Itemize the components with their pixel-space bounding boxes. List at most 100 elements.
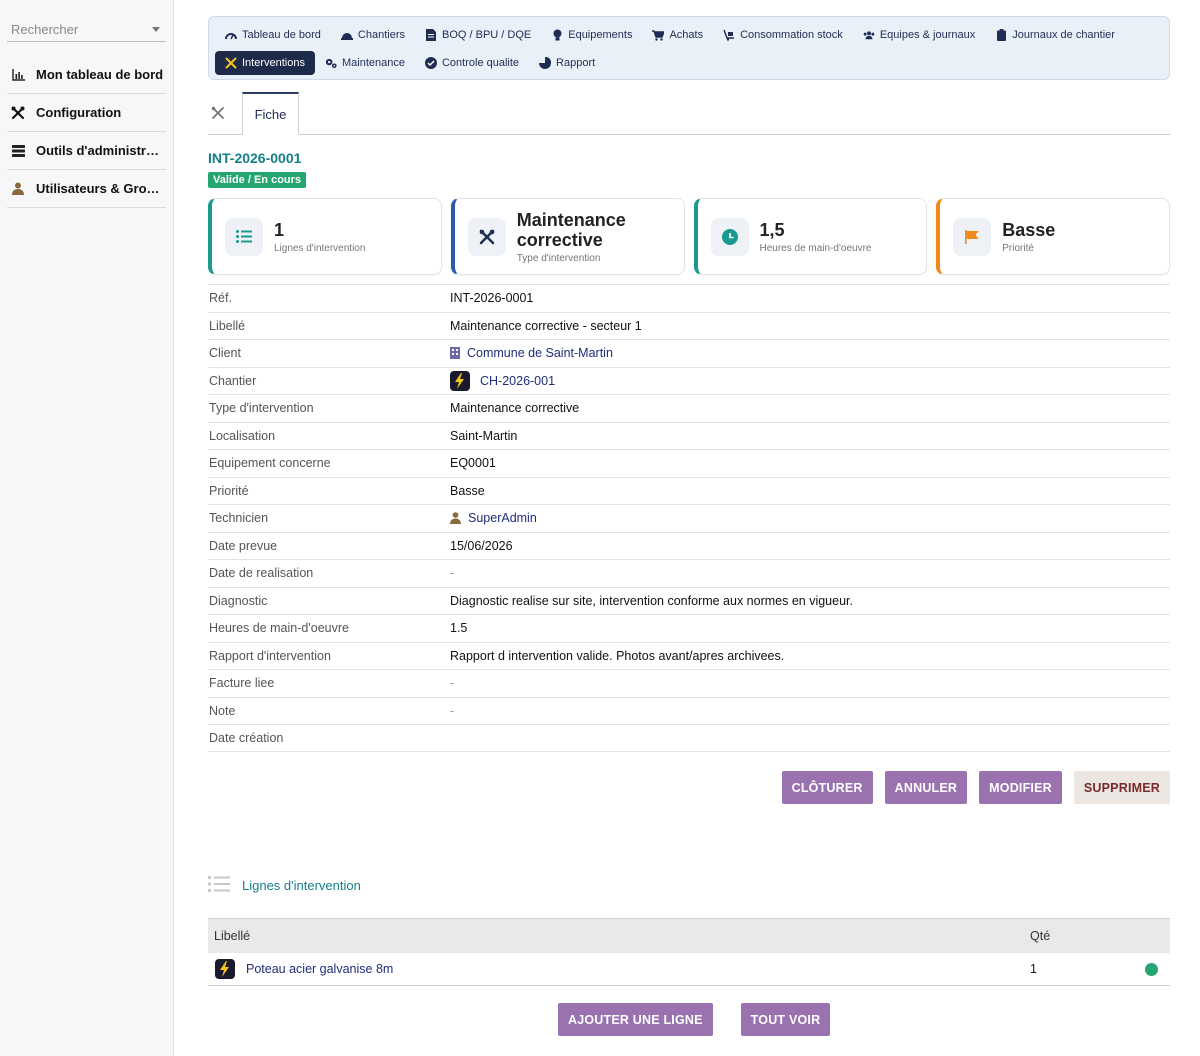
nav-journaux-chantier[interactable]: Journaux de chantier <box>985 23 1125 47</box>
edit-button[interactable]: MODIFIER <box>979 771 1062 804</box>
line-label: Poteau acier galvanise 8m <box>246 962 394 976</box>
lightbulb-icon <box>551 29 563 41</box>
clock-icon <box>710 217 749 256</box>
module-navigation: Tableau de bord Chantiers BOQ / BPU / DQ… <box>208 16 1170 80</box>
search-select[interactable]: Rechercher <box>7 18 166 42</box>
sidebar: Rechercher Mon tableau de bord Configura… <box>0 0 174 1056</box>
card-label: Priorité <box>1002 242 1034 254</box>
field-table: Réf. INT-2026-0001 Libellé Maintenance cor… <box>208 284 1170 752</box>
helmet-icon <box>340 29 353 41</box>
field-value: EQ0001 <box>450 456 496 471</box>
team-icon <box>863 29 875 41</box>
field-row: Diagnostic Diagnostic realise sur site, i… <box>208 586 1170 615</box>
see-all-button[interactable]: TOUT VOIR <box>740 1003 831 1036</box>
field-key: Type d'intervention <box>209 401 314 416</box>
nav-interventions[interactable]: Interventions <box>215 51 315 75</box>
tools-icon <box>11 106 25 120</box>
technician-link[interactable]: SuperAdmin <box>450 511 1170 525</box>
nav-label: Equipes & journaux <box>879 29 976 41</box>
line-link[interactable]: Poteau acier galvanise 8m <box>208 959 1030 979</box>
lines-table: Libellé Qté Poteau acier galvanise 8m 1 <box>208 918 1170 986</box>
nav-label: Equipements <box>568 29 633 41</box>
chantier-link[interactable]: CH-2026-001 <box>450 370 1170 391</box>
column-label[interactable]: Libellé <box>208 929 1030 943</box>
nav-achats[interactable]: Achats <box>642 23 713 47</box>
field-row: Date prevue 15/06/2026 <box>208 531 1170 560</box>
nav-maintenance[interactable]: Maintenance <box>315 51 415 75</box>
field-key: Chantier <box>209 373 257 388</box>
field-key: Technicien <box>209 511 269 526</box>
cancel-button[interactable]: ANNULER <box>884 771 968 804</box>
delete-button[interactable]: SUPPRIMER <box>1073 771 1170 804</box>
field-row: Réf. INT-2026-0001 <box>208 284 1170 312</box>
sidebar-item-configuration[interactable]: Configuration <box>7 94 166 132</box>
card-priority: Basse Priorité <box>936 198 1170 275</box>
column-qty[interactable]: Qté <box>1030 929 1170 943</box>
sidebar-item-label: Configuration <box>36 105 122 120</box>
field-row: Rapport d'intervention Rapport d interven… <box>208 641 1170 670</box>
document-icon <box>425 29 437 41</box>
card-value: 1 <box>274 219 285 240</box>
field-row: Libellé Maintenance corrective - secteur … <box>208 311 1170 340</box>
field-row: Priorité Basse <box>208 476 1170 505</box>
sidebar-item-admin-tools[interactable]: Outils d'administrat… <box>7 132 166 170</box>
field-row: Note - <box>208 696 1170 725</box>
nav-row-1: Tableau de bord Chantiers BOQ / BPU / DQ… <box>215 23 1163 47</box>
lines-actions: AJOUTER UNE LIGNE TOUT VOIR <box>558 1003 831 1036</box>
sidebar-item-label: Mon tableau de bord <box>36 67 164 82</box>
table-header: Libellé Qté <box>208 918 1170 953</box>
field-key: Priorité <box>209 483 249 498</box>
client-link[interactable]: Commune de Saint-Martin <box>450 346 1170 360</box>
technician-name: SuperAdmin <box>468 511 537 526</box>
card-label: Heures de main-d'oeuvre <box>759 242 872 254</box>
nav-boq[interactable]: BOQ / BPU / DQE <box>415 23 541 47</box>
nav-chantiers[interactable]: Chantiers <box>331 23 415 47</box>
nav-equipes[interactable]: Equipes & journaux <box>853 23 985 47</box>
field-row: Date création <box>208 724 1170 752</box>
card-type: Maintenance corrective Type d'interventi… <box>450 198 685 275</box>
field-value: Saint-Martin <box>450 428 518 443</box>
nav-label: Achats <box>669 29 704 41</box>
sidebar-item-dashboard[interactable]: Mon tableau de bord <box>7 56 166 94</box>
field-key: Date prevue <box>209 538 278 553</box>
status-dot-icon <box>1145 962 1158 976</box>
field-value: 1.5 <box>450 621 468 636</box>
field-key: Date de realisation <box>209 566 314 581</box>
field-value: - <box>450 566 455 581</box>
field-value: Basse <box>450 483 485 498</box>
field-key: Libellé <box>209 318 246 333</box>
nav-rapport[interactable]: Rapport <box>529 51 605 75</box>
field-key: Heures de main-d'oeuvre <box>209 621 349 636</box>
server-icon <box>11 144 25 158</box>
flag-icon <box>953 217 992 256</box>
nav-label: Rapport <box>556 57 596 69</box>
nav-label: Interventions <box>242 57 305 69</box>
field-key: Note <box>209 703 236 718</box>
field-row: Equipement concerne EQ0001 <box>208 449 1170 477</box>
field-row: Client Commune de Saint-Martin <box>208 339 1170 367</box>
dolly-icon <box>723 29 735 41</box>
field-row: Heures de main-d'oeuvre 1.5 <box>208 614 1170 642</box>
nav-dashboard[interactable]: Tableau de bord <box>215 23 331 47</box>
nav-consommation-stock[interactable]: Consommation stock <box>713 23 853 47</box>
nav-equipements[interactable]: Equipements <box>541 23 642 47</box>
tab-fiche[interactable]: Fiche <box>242 92 299 135</box>
field-value: INT-2026-0001 <box>450 291 534 306</box>
field-value: Diagnostic realise sur site, interventio… <box>450 593 853 608</box>
sidebar-item-users-groups[interactable]: Utilisateurs & Grou… <box>7 170 166 208</box>
add-line-button[interactable]: AJOUTER UNE LIGNE <box>558 1003 713 1036</box>
card-hours: 1,5 Heures de main-d'oeuvre <box>693 198 928 275</box>
nav-controle-qualite[interactable]: Controle qualite <box>415 51 529 75</box>
dashboard-icon <box>225 29 237 41</box>
field-value: - <box>450 703 455 718</box>
field-key: Localisation <box>209 428 276 443</box>
close-button[interactable]: CLÔTURER <box>781 771 873 804</box>
card-value: Maintenance corrective <box>516 209 626 250</box>
lines-title: Lignes d'intervention <box>242 877 361 893</box>
field-row: Localisation Saint-Martin <box>208 421 1170 450</box>
nav-row-2: Interventions Maintenance Controle quali… <box>215 51 1163 75</box>
nav-label: Consommation stock <box>740 29 843 41</box>
search-placeholder: Rechercher <box>11 22 79 37</box>
building-icon <box>450 347 460 360</box>
client-name: Commune de Saint-Martin <box>467 346 613 361</box>
